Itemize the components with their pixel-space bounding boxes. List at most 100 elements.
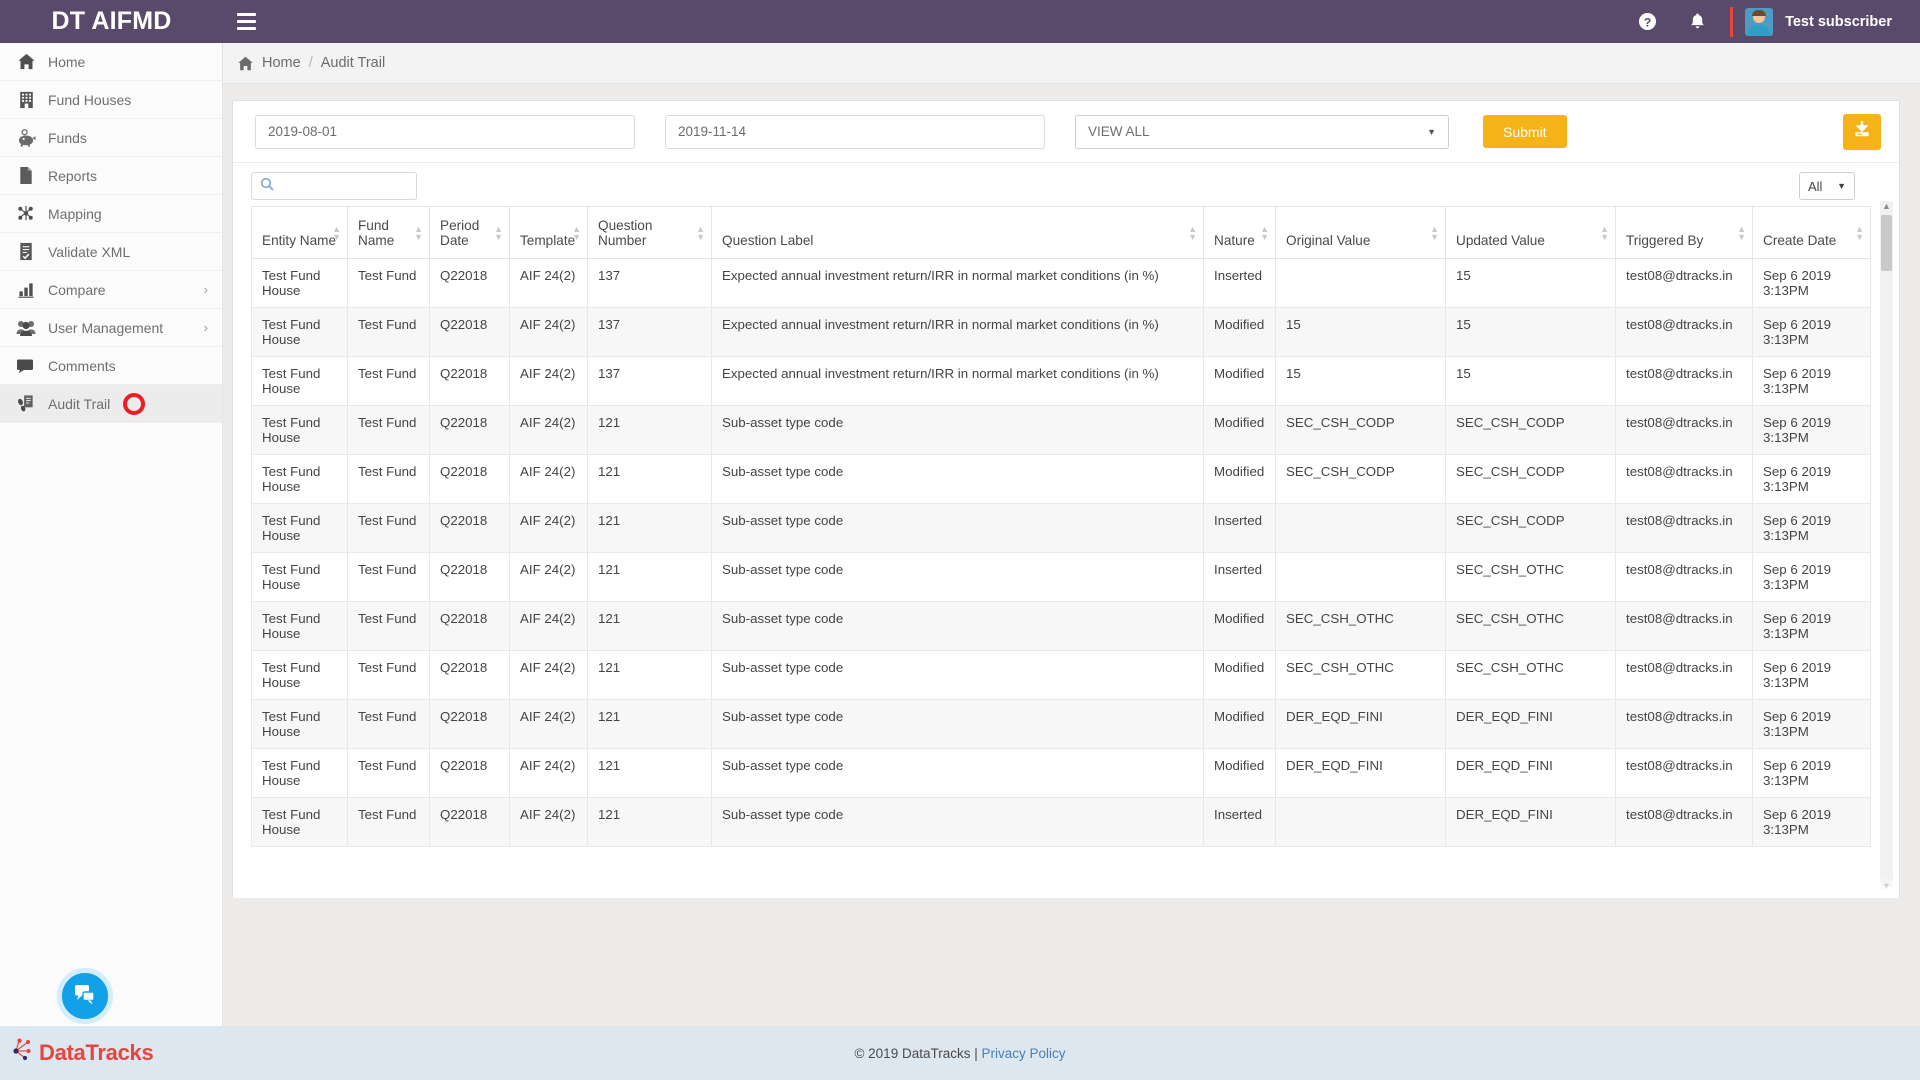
sidebar-item-fund-houses[interactable]: Fund Houses [0,81,222,119]
app-brand: DT AIFMD [51,7,172,35]
cell-question-number: 121 [587,552,712,602]
cell-template: AIF 24(2) [509,552,588,602]
cell-entity-name: Test Fund House [251,405,348,455]
to-date-input[interactable]: 2019-11-14 [665,114,1045,149]
sidebar-item-funds[interactable]: Funds [0,119,222,157]
column-header-question-number[interactable]: Question Number ▲ ▼ [587,206,712,259]
sidebar-item-reports[interactable]: Reports [0,157,222,195]
breadcrumb-item-home[interactable]: Home [262,55,301,71]
table-row[interactable]: Test Fund House Test Fund Q22018 AIF 24(2) 1… [251,797,1871,847]
cell-fund-name: Test Fund [347,797,430,847]
table-row[interactable]: Test Fund House Test Fund Q22018 AIF 24(2) 1… [251,699,1871,749]
cell-period-date: Q22018 [429,258,510,308]
help-icon[interactable]: ? [1622,0,1672,43]
sort-toggle-icon[interactable]: ▲ ▼ [1737,224,1746,241]
sort-toggle-icon[interactable]: ▲ ▼ [696,224,705,241]
column-header-triggered-by[interactable]: Triggered By ▲ ▼ [1615,206,1753,259]
table-row[interactable]: Test Fund House Test Fund Q22018 AIF 24(2) 1… [251,454,1871,504]
bell-icon[interactable] [1672,0,1722,43]
column-header-create-date[interactable]: Create Date ▲ ▼ [1752,206,1871,259]
sort-toggle-icon[interactable]: ▲ ▼ [1260,224,1269,241]
cell-nature: Modified [1203,699,1276,749]
cell-original-value: SEC_CSH_CODP [1275,405,1446,455]
column-header-question-label[interactable]: Question Label ▲ ▼ [711,206,1204,259]
breadcrumb-item-audit-trail: Audit Trail [320,55,386,71]
sort-toggle-icon[interactable]: ▲ ▼ [1188,224,1197,241]
chevron-right-icon: › [203,320,208,335]
hamburger-icon-line [236,27,256,30]
sidebar-item-home[interactable]: Home [0,43,222,81]
cell-create-date: Sep 6 2019 3:13PM [1752,601,1871,651]
cell-nature: Modified [1203,405,1276,455]
avatar[interactable] [1745,7,1774,36]
column-header-template[interactable]: Template ▲ ▼ [509,206,588,259]
submit-button[interactable]: Submit [1483,115,1567,148]
cell-create-date: Sep 6 2019 3:13PM [1752,552,1871,602]
column-header-original-value[interactable]: Original Value ▲ ▼ [1275,206,1446,259]
column-header-updated-value[interactable]: Updated Value ▲ ▼ [1445,206,1616,259]
column-header-nature[interactable]: Nature ▲ ▼ [1203,206,1276,259]
cell-updated-value: SEC_CSH_CODP [1445,405,1616,455]
cell-nature: Modified [1203,650,1276,700]
sort-toggle-icon[interactable]: ▲ ▼ [1600,224,1609,241]
table-header-row: Entity Name ▲ ▼ Fund Name ▲ ▼ Period Date … [251,206,1871,259]
audit-table: Entity Name ▲ ▼ Fund Name ▲ ▼ Period Date … [251,206,1871,847]
sidebar-item-audit-trail[interactable]: Audit Trail [0,385,222,423]
table-row[interactable]: Test Fund House Test Fund Q22018 AIF 24(2) 1… [251,307,1871,357]
table-vertical-scrollbar[interactable]: ▲ ▼ [1880,201,1893,891]
piggy-bank-icon [14,126,38,150]
view-select[interactable]: VIEW ALL ▼ [1075,114,1449,149]
scrollbar-thumb[interactable] [1881,215,1892,271]
cell-triggered-by: test08@dtracks.in [1615,405,1753,455]
cell-updated-value: 15 [1445,258,1616,308]
sort-toggle-icon[interactable]: ▲ ▼ [1855,224,1864,241]
cell-period-date: Q22018 [429,405,510,455]
table-row[interactable]: Test Fund House Test Fund Q22018 AIF 24(2) 1… [251,503,1871,553]
cell-triggered-by: test08@dtracks.in [1615,454,1753,504]
table-row[interactable]: Test Fund House Test Fund Q22018 AIF 24(2) 1… [251,748,1871,798]
sort-toggle-icon[interactable]: ▲ ▼ [572,224,581,241]
column-header-entity-name[interactable]: Entity Name ▲ ▼ [251,206,348,259]
cell-period-date: Q22018 [429,552,510,602]
sort-toggle-icon[interactable]: ▲ ▼ [1430,224,1439,241]
sidebar-item-comments[interactable]: Comments [0,347,222,385]
privacy-policy-link[interactable]: Privacy Policy [982,1046,1066,1061]
sidebar-item-mapping[interactable]: Mapping [0,195,222,233]
from-date-input[interactable]: 2019-08-01 [255,114,635,149]
export-download-button[interactable] [1843,113,1881,150]
cell-entity-name: Test Fund House [251,454,348,504]
cell-nature: Modified [1203,356,1276,406]
username-label[interactable]: Test subscriber [1785,14,1892,30]
search-input[interactable] [279,178,408,194]
chat-widget-button[interactable] [57,968,113,1024]
cell-period-date: Q22018 [429,503,510,553]
table-row[interactable]: Test Fund House Test Fund Q22018 AIF 24(2) 1… [251,405,1871,455]
sidebar-item-label: Validate XML [48,243,131,260]
cell-create-date: Sep 6 2019 3:13PM [1752,797,1871,847]
table-row[interactable]: Test Fund House Test Fund Q22018 AIF 24(2) 1… [251,601,1871,651]
search-box[interactable] [251,172,417,200]
cell-question-label: Expected annual investment return/IRR in… [711,356,1204,406]
menu-toggle-button[interactable] [223,0,269,43]
table-row[interactable]: Test Fund House Test Fund Q22018 AIF 24(2) 1… [251,552,1871,602]
sort-toggle-icon[interactable]: ▲ ▼ [414,224,423,241]
cell-template: AIF 24(2) [509,258,588,308]
scroll-down-arrow-icon[interactable]: ▼ [1880,881,1893,891]
sidebar-item-validate-xml[interactable]: Validate XML [0,233,222,271]
table-row[interactable]: Test Fund House Test Fund Q22018 AIF 24(2) 1… [251,356,1871,406]
sidebar-item-label: Reports [48,167,98,184]
cell-question-number: 121 [587,454,712,504]
cell-period-date: Q22018 [429,307,510,357]
table-row[interactable]: Test Fund House Test Fund Q22018 AIF 24(2) 1… [251,258,1871,308]
sidebar-item-user-management[interactable]: User Management › [0,309,222,347]
page-size-select[interactable]: All ▼ [1799,172,1855,200]
scroll-up-arrow-icon[interactable]: ▲ [1880,201,1893,211]
cell-fund-name: Test Fund [347,650,430,700]
sidebar-item-compare[interactable]: Compare › [0,271,222,309]
avatar-body [1748,24,1771,36]
column-header-period-date[interactable]: Period Date ▲ ▼ [429,206,510,259]
column-header-fund-name[interactable]: Fund Name ▲ ▼ [347,206,430,259]
sort-toggle-icon[interactable]: ▲ ▼ [494,224,503,241]
table-row[interactable]: Test Fund House Test Fund Q22018 AIF 24(2) 1… [251,650,1871,700]
sort-toggle-icon[interactable]: ▲ ▼ [332,224,341,241]
